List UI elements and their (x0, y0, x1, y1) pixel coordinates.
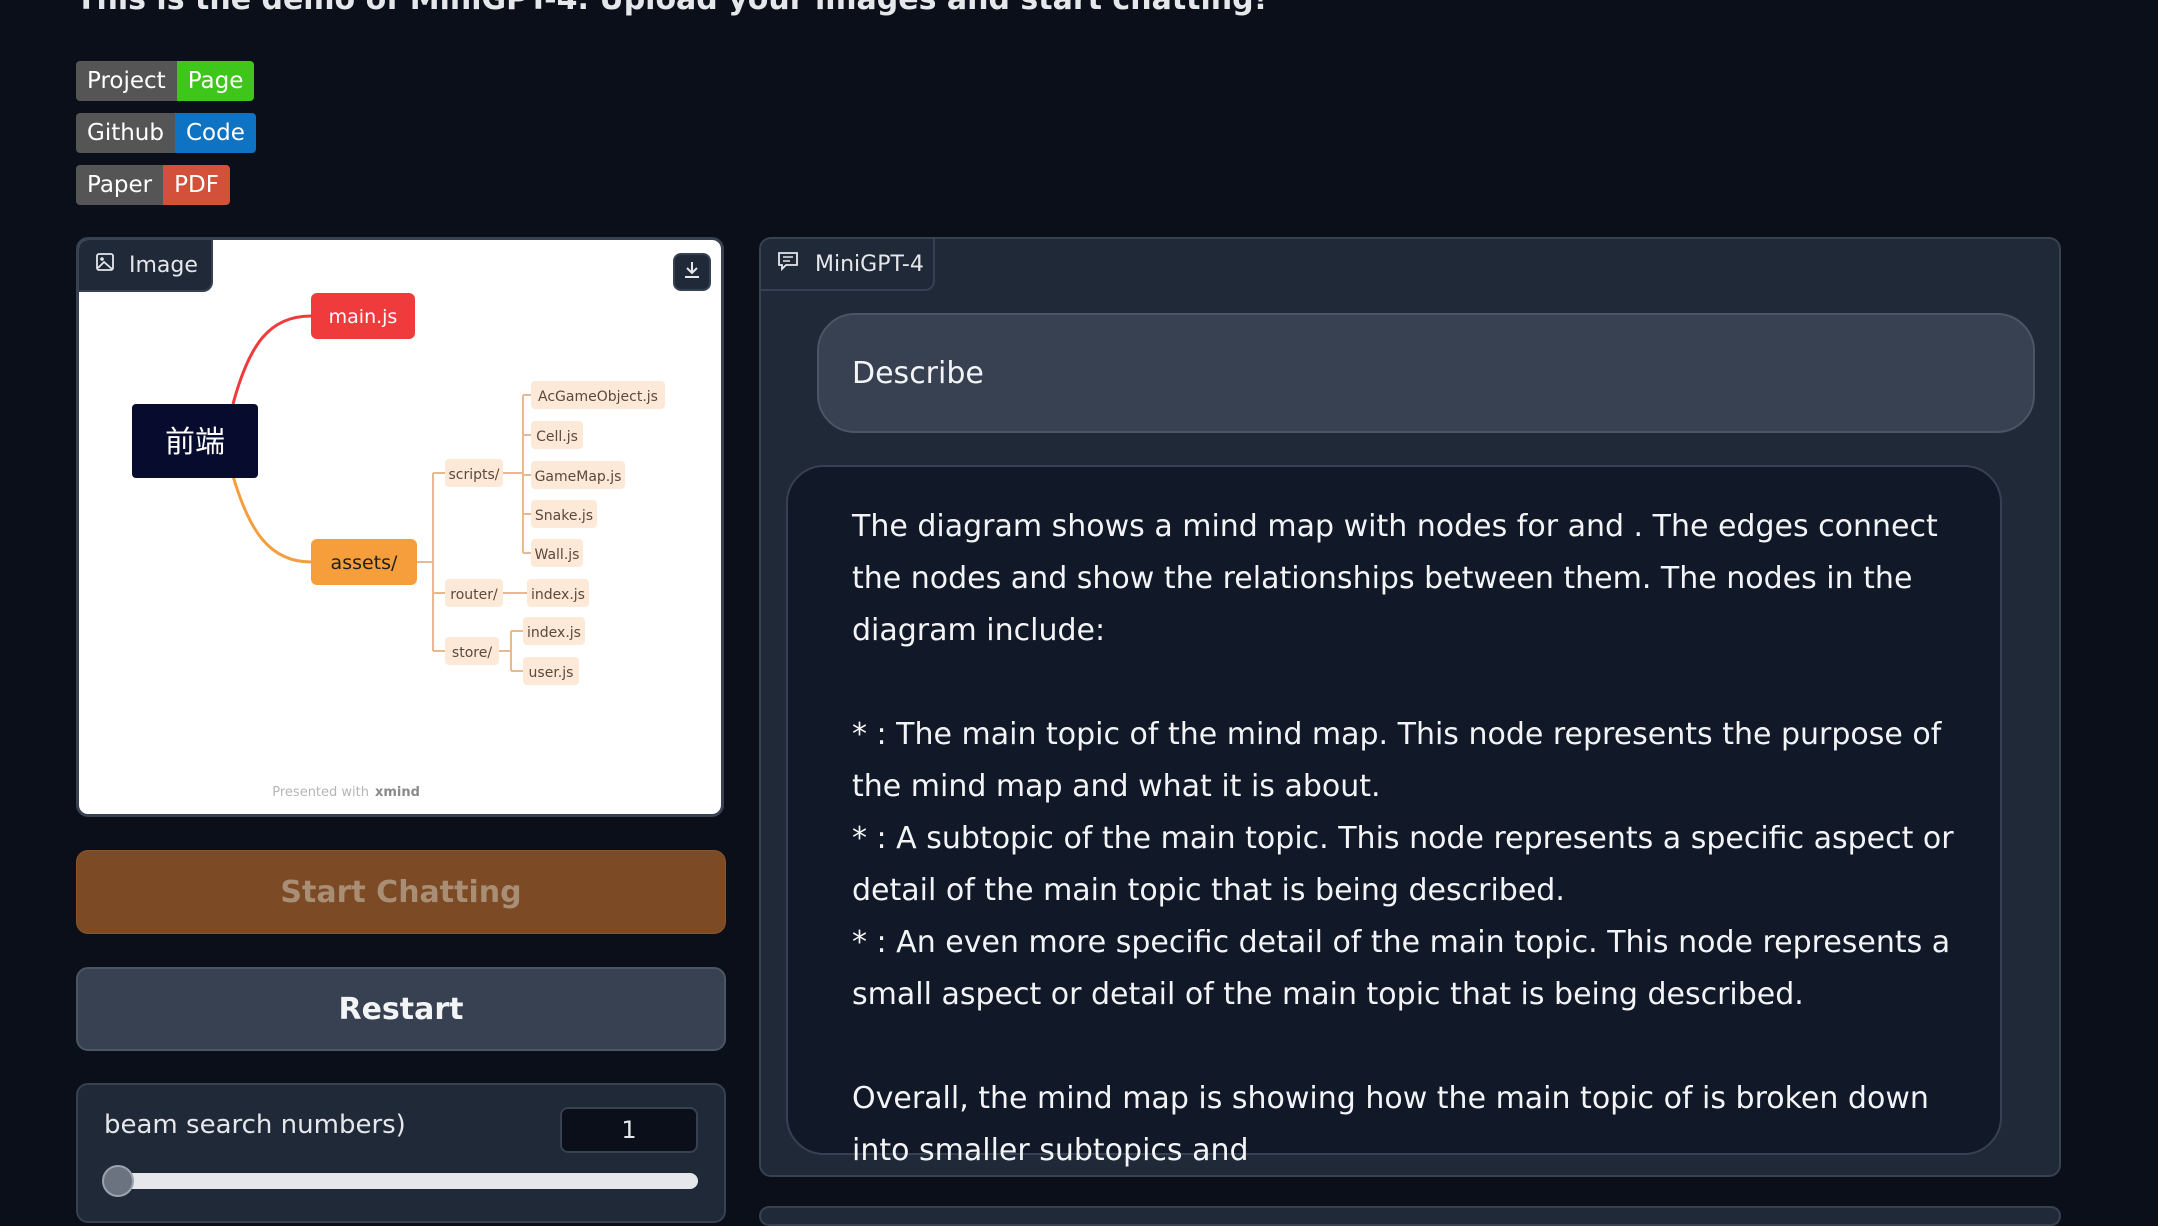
mindmap-file-text: index.js (527, 625, 581, 641)
mindmap-router-text: router/ (450, 587, 498, 603)
download-button[interactable] (673, 253, 711, 291)
mindmap-file-text: Wall.js (535, 547, 580, 563)
mindmap-file-text: AcGameObject.js (538, 389, 658, 405)
mindmap-file-text: GameMap.js (535, 469, 622, 485)
image-label-text: Image (129, 252, 198, 278)
xmind-logo-text: xmind (375, 785, 420, 800)
mindmap-store-text: store/ (452, 645, 492, 661)
chatbot-label: MiniGPT-4 (761, 239, 935, 291)
slider-label: beam search numbers) (104, 1110, 406, 1140)
badge-label: Paper (76, 165, 164, 205)
bot-bullet: * : A subtopic of the main topic. This n… (852, 821, 1954, 908)
paper-pdf-badge[interactable]: Paper PDF (76, 165, 230, 205)
branch-lines (417, 394, 531, 672)
badge-label: Github (76, 113, 175, 153)
bot-message: The diagram shows a mind map with nodes … (786, 465, 2002, 1168)
next-panel-edge (759, 1206, 2061, 1226)
bot-bullet: * : An even more specific detail of the … (852, 925, 1951, 1012)
beam-search-number-input[interactable]: 1 (560, 1107, 698, 1153)
mindmap-main-text: main.js (329, 306, 398, 328)
image-panel[interactable]: Image 前端 main.js assets/ scripts/ router… (76, 237, 724, 817)
badge-value: PDF (163, 165, 230, 205)
page-title: This is the demo of MiniGPT-4. Upload yo… (76, 0, 1267, 17)
badge-label: Project (76, 61, 177, 101)
mindmap-footer-text: Presented with (272, 785, 369, 800)
project-page-badge[interactable]: Project Page (76, 61, 255, 101)
bot-bullet: * : The main topic of the mind map. This… (852, 717, 1942, 804)
user-message-text: Describe (852, 355, 984, 391)
beam-search-slider-box: beam search numbers) 1 (76, 1083, 726, 1223)
image-icon (95, 252, 115, 278)
mindmap-image: 前端 main.js assets/ scripts/ router/ stor… (132, 293, 665, 800)
user-message: Describe (817, 313, 2035, 433)
github-code-badge[interactable]: Github Code (76, 113, 256, 153)
mindmap-file-text: Snake.js (535, 508, 593, 524)
badge-value: Code (175, 113, 256, 153)
mindmap-file-text: Cell.js (536, 429, 578, 445)
bot-summary: Overall, the mind map is showing how the… (852, 1073, 1966, 1175)
chatbot-label-text: MiniGPT-4 (815, 251, 924, 277)
mindmap-file-text: user.js (529, 665, 574, 681)
bot-paragraph: The diagram shows a mind map with nodes … (852, 509, 1938, 648)
badge-value: Page (176, 61, 255, 101)
restart-button[interactable]: Restart (76, 967, 726, 1051)
edge-assets (231, 475, 312, 564)
start-chatting-button[interactable]: Start Chatting (76, 850, 726, 934)
mindmap-file-text: index.js (531, 587, 585, 603)
slider-thumb[interactable] (102, 1165, 134, 1197)
chat-icon (777, 251, 799, 277)
bot-summary-text: Overall, the mind map is showing how the… (852, 1081, 1929, 1168)
mindmap-assets-text: assets/ (331, 552, 398, 574)
mindmap-scripts-text: scripts/ (448, 467, 499, 483)
slider-track[interactable] (108, 1173, 698, 1189)
mindmap-root-text: 前端 (165, 425, 225, 460)
image-panel-label: Image (79, 240, 213, 292)
chatbot-panel: MiniGPT-4 Describe The diagram shows a m… (759, 237, 2061, 1177)
download-icon (681, 259, 703, 285)
edge-main (231, 314, 312, 405)
